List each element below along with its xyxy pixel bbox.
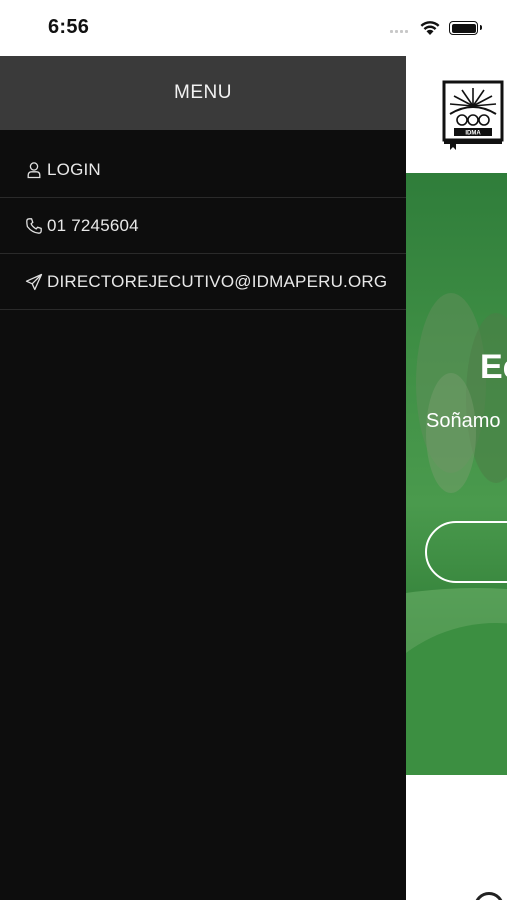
- hero-banner: Ec Soñamo: [406, 173, 507, 775]
- cellular-signal-icon: [390, 25, 414, 33]
- hero-title: Ec: [480, 348, 507, 386]
- drawer-title: MENU: [174, 82, 232, 103]
- hero-subtitle: Soñamo: [426, 410, 501, 432]
- status-time: 6:56: [48, 16, 90, 38]
- menu-item-label: DIRECTOREJECUTIVO@IDMAPERU.ORG: [47, 271, 388, 291]
- battery-icon: [449, 21, 482, 35]
- menu-item-email[interactable]: DIRECTOREJECUTIVO@IDMAPERU.ORG: [0, 254, 406, 310]
- app-screen: 6:56 IDMA E Soñamo MENU LOGIN 01 7245604…: [0, 0, 507, 900]
- menu-item-label: 01 7245604: [47, 215, 139, 235]
- page-header: IDMA: [406, 56, 507, 173]
- page-bottom-icon: [474, 892, 504, 900]
- user-icon: [24, 160, 44, 180]
- background-page: IDMA Ec Soñamo: [406, 56, 507, 900]
- hero-wave: [406, 623, 507, 775]
- menu-list: LOGIN 01 7245604 DIRECTOREJECUTIVO@IDMAP…: [0, 142, 406, 310]
- phone-icon: [24, 216, 44, 236]
- send-icon: [24, 272, 44, 292]
- idma-logo: IDMA: [442, 80, 504, 150]
- menu-item-label: LOGIN: [47, 159, 101, 179]
- hero-photo-figure: [426, 373, 476, 493]
- wifi-icon: [420, 21, 440, 35]
- drawer-header: MENU: [0, 56, 406, 130]
- menu-item-login[interactable]: LOGIN: [0, 142, 406, 198]
- logo-text: IDMA: [465, 131, 481, 137]
- side-drawer-menu: MENU LOGIN 01 7245604 DIRECTOREJECUTIVO@…: [0, 56, 406, 900]
- status-bar: 6:56: [0, 0, 507, 56]
- hero-cta-button[interactable]: [425, 521, 507, 583]
- menu-item-phone[interactable]: 01 7245604: [0, 198, 406, 254]
